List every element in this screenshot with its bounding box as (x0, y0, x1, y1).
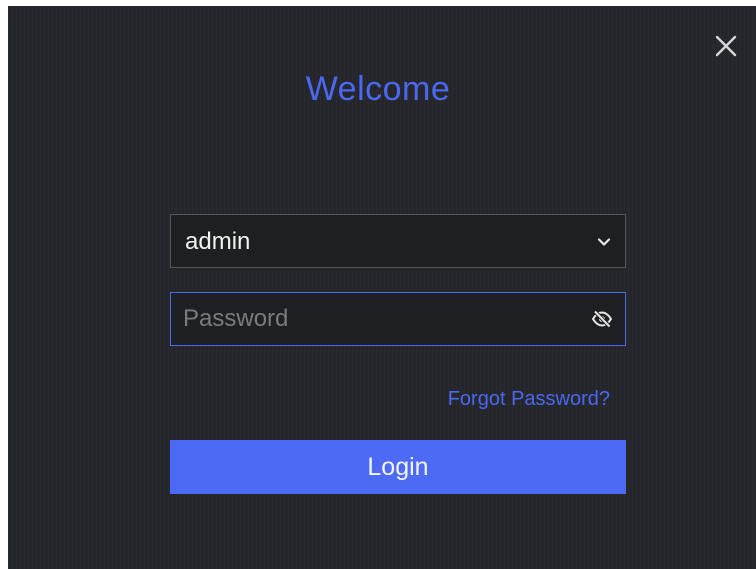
password-input[interactable] (183, 301, 563, 337)
forgot-password-link[interactable]: Forgot Password? (448, 388, 610, 411)
username-select[interactable]: admin (170, 214, 626, 268)
chevron-down-icon (597, 238, 611, 246)
username-value: admin (185, 228, 251, 255)
close-button[interactable] (708, 28, 744, 64)
eye-slash-icon (591, 310, 613, 328)
password-visibility-toggle[interactable] (591, 308, 613, 330)
password-field (170, 292, 626, 346)
close-icon (715, 35, 737, 57)
login-button[interactable]: Login (170, 440, 626, 494)
dialog-title: Welcome (305, 70, 451, 108)
